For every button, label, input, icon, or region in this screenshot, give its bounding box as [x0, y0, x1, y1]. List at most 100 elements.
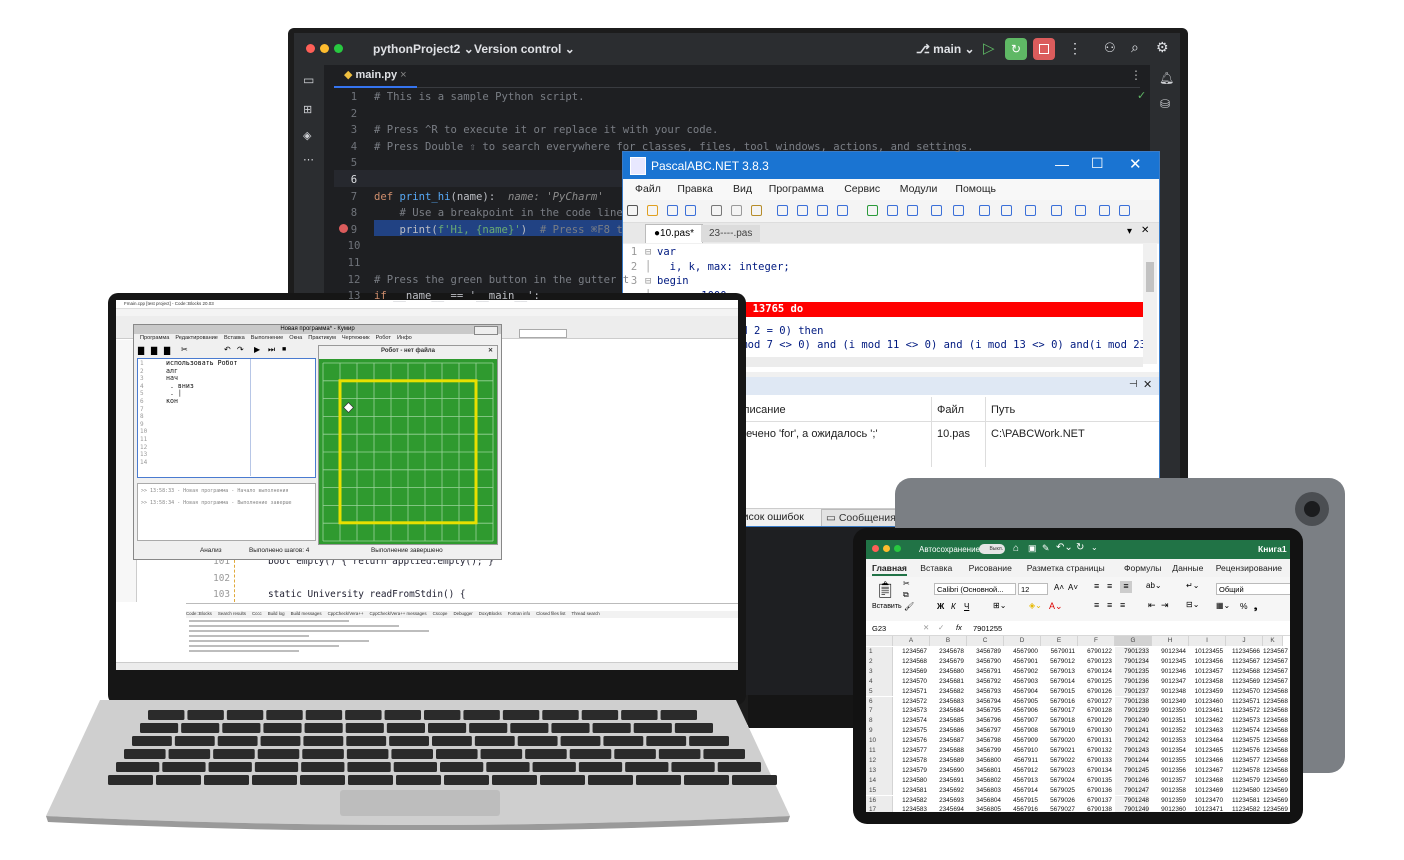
row-header[interactable]: 7: [866, 706, 893, 717]
cell[interactable]: 1234568: [1263, 716, 1288, 726]
cell[interactable]: 10123459: [1189, 687, 1223, 697]
cell[interactable]: 6790136: [1078, 786, 1112, 796]
cell[interactable]: 11234574: [1226, 726, 1260, 736]
pycharm-editor[interactable]: 1 # This is a sample Python script. 2 3 # Pr…: [334, 87, 1134, 687]
cell[interactable]: 2345687: [930, 736, 964, 746]
menu-item[interactable]: Вставка: [224, 335, 245, 341]
menu-item[interactable]: Окна: [289, 335, 302, 341]
cell[interactable]: 5679027: [1041, 805, 1075, 812]
cell[interactable]: 2345682: [930, 687, 964, 697]
cell[interactable]: 9012344: [1152, 647, 1186, 657]
cell[interactable]: 2345691: [930, 776, 964, 786]
run-icon[interactable]: ▶: [254, 345, 260, 354]
cell[interactable]: 1234571: [893, 687, 927, 697]
log-tab[interactable]: Build log: [268, 611, 285, 616]
cell[interactable]: 3456799: [967, 746, 1001, 756]
cell[interactable]: 10123463: [1189, 726, 1223, 736]
search-icon[interactable]: ⌕: [1131, 39, 1139, 56]
log-tab[interactable]: Search results: [218, 611, 246, 616]
cell[interactable]: 5679022: [1041, 756, 1075, 766]
cell[interactable]: 6790135: [1078, 776, 1112, 786]
column-header[interactable]: H: [1152, 636, 1189, 646]
cell[interactable]: 5679023: [1041, 766, 1075, 776]
cell[interactable]: 7901243: [1115, 746, 1149, 756]
close-panel-icon[interactable]: ✕: [1143, 378, 1152, 391]
cell[interactable]: 9012348: [1152, 687, 1186, 697]
row-header[interactable]: 6: [866, 696, 893, 707]
cell[interactable]: 6790131: [1078, 736, 1112, 746]
cell[interactable]: 3456795: [967, 706, 1001, 716]
cell[interactable]: 5679025: [1041, 786, 1075, 796]
ribbon-tab[interactable]: Данные: [1172, 563, 1203, 573]
cell[interactable]: 1234568: [1263, 726, 1288, 736]
cell[interactable]: 10123465: [1189, 746, 1223, 756]
cell[interactable]: 7901249: [1115, 805, 1149, 812]
open-file-icon[interactable]: ▇: [151, 346, 157, 355]
account-icon[interactable]: ⚇: [1104, 40, 1116, 56]
cell[interactable]: 7901246: [1115, 775, 1149, 786]
indent-icon[interactable]: ⇤: [1148, 600, 1156, 611]
cell[interactable]: 11234576: [1226, 746, 1260, 756]
row-header[interactable]: 14: [866, 775, 893, 786]
cell[interactable]: 10123455: [1189, 647, 1223, 657]
cell[interactable]: 11234581: [1226, 796, 1260, 806]
cell[interactable]: 4567915: [1004, 796, 1038, 806]
close-dot[interactable]: [306, 44, 315, 53]
cell[interactable]: 1234580: [893, 776, 927, 786]
cell[interactable]: 1234573: [893, 706, 927, 716]
cell[interactable]: 11234569: [1226, 677, 1260, 687]
cell[interactable]: 3456801: [967, 766, 1001, 776]
cell[interactable]: 4567906: [1004, 706, 1038, 716]
cell[interactable]: 5679024: [1041, 776, 1075, 786]
cell[interactable]: 5679017: [1041, 706, 1075, 716]
cell[interactable]: 3456803: [967, 786, 1001, 796]
cell[interactable]: 3456800: [967, 756, 1001, 766]
cell[interactable]: 7901241: [1115, 726, 1149, 737]
cell[interactable]: 6790126: [1078, 687, 1112, 697]
cell[interactable]: 10123470: [1189, 796, 1223, 806]
project-folder-icon[interactable]: ▭: [303, 73, 314, 87]
cell[interactable]: 6790127: [1078, 697, 1112, 707]
wrap-text-icon[interactable]: ↵⌄: [1186, 581, 1199, 590]
cell[interactable]: 4567904: [1004, 687, 1038, 697]
cell[interactable]: 10123468: [1189, 776, 1223, 786]
cell[interactable]: 9012357: [1152, 776, 1186, 786]
cell[interactable]: 2345685: [930, 716, 964, 726]
new-file-icon[interactable]: ▇: [138, 346, 144, 355]
close-tab-icon[interactable]: ✕: [1141, 225, 1149, 236]
number-format-select[interactable]: Общий: [1216, 583, 1290, 595]
cell[interactable]: 2345692: [930, 786, 964, 796]
cell[interactable]: 1234579: [893, 766, 927, 776]
cell[interactable]: 1234583: [893, 805, 927, 812]
cell[interactable]: 1234567: [1263, 647, 1288, 657]
scroll-thumb[interactable]: [1146, 262, 1154, 292]
cell[interactable]: 1234567: [1263, 657, 1288, 667]
cell[interactable]: 7901248: [1115, 795, 1149, 806]
cell[interactable]: 11234582: [1226, 805, 1260, 812]
cell[interactable]: 1234578: [893, 756, 927, 766]
cell[interactable]: 4567910: [1004, 746, 1038, 756]
cell[interactable]: 7901245: [1115, 765, 1149, 776]
cell[interactable]: 2345686: [930, 726, 964, 736]
cell[interactable]: 1234568: [1263, 687, 1288, 697]
cell[interactable]: 11234580: [1226, 786, 1260, 796]
cell[interactable]: 1234568: [1263, 746, 1288, 756]
cell[interactable]: 9012359: [1152, 796, 1186, 806]
cell[interactable]: 7901247: [1115, 785, 1149, 796]
cell[interactable]: 6790129: [1078, 716, 1112, 726]
cell[interactable]: 2345684: [930, 706, 964, 716]
notifications-bell-icon[interactable]: 🔔︎: [1159, 71, 1174, 85]
cell[interactable]: 6790132: [1078, 746, 1112, 756]
cell[interactable]: 11234573: [1226, 716, 1260, 726]
row-header[interactable]: 5: [866, 686, 893, 697]
log-tab[interactable]: Cccc: [252, 611, 262, 616]
cell[interactable]: 11234567: [1226, 657, 1260, 667]
project-selector[interactable]: pythonProject2 ⌄: [373, 42, 474, 56]
cell[interactable]: 10123457: [1189, 667, 1223, 677]
cell[interactable]: 5679016: [1041, 697, 1075, 707]
cell[interactable]: 7901240: [1115, 716, 1149, 727]
cell[interactable]: 6790134: [1078, 766, 1112, 776]
cell[interactable]: 7901244: [1115, 755, 1149, 766]
cell[interactable]: 2345690: [930, 766, 964, 776]
cell[interactable]: 9012347: [1152, 677, 1186, 687]
